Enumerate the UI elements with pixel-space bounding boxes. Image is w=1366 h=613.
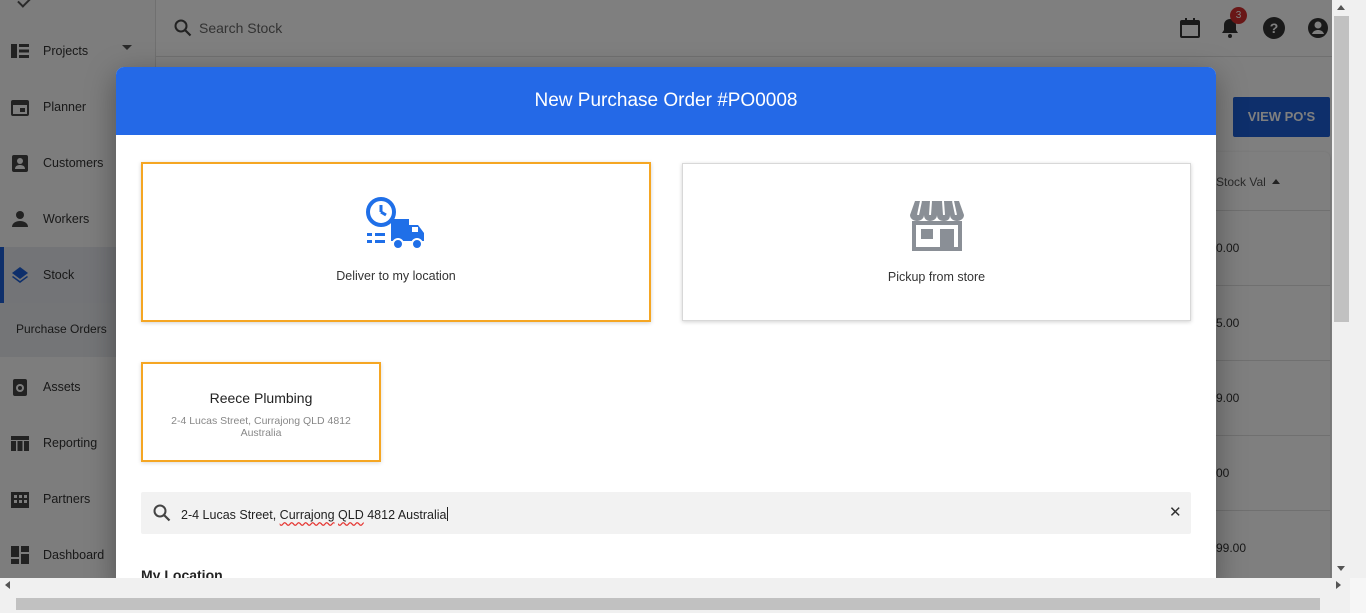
deliver-option[interactable]: Deliver to my location — [141, 162, 651, 322]
store-icon — [910, 200, 964, 251]
modal-header: New Purchase Order #PO0008 — [116, 67, 1216, 135]
store-address: 2-4 Lucas Street, Currajong QLD 4812 Aus… — [171, 415, 351, 439]
pickup-option[interactable]: Pickup from store — [682, 163, 1191, 321]
store-card[interactable]: Reece Plumbing 2-4 Lucas Street, Currajo… — [141, 362, 381, 462]
scrollbar-corner — [1350, 578, 1366, 613]
scroll-left-icon[interactable] — [5, 581, 10, 589]
address-search-field[interactable]: 2-4 Lucas Street, Currajong QLD 4812 Aus… — [141, 492, 1191, 534]
scroll-down-icon[interactable] — [1337, 566, 1345, 571]
text-cursor — [447, 507, 449, 521]
store-name: Reece Plumbing — [209, 390, 313, 406]
purchase-order-modal: New Purchase Order #PO0008 Deliver to my… — [116, 67, 1216, 578]
deliver-option-label: Deliver to my location — [336, 269, 456, 283]
pickup-option-label: Pickup from store — [887, 270, 986, 284]
search-icon — [153, 504, 171, 522]
scroll-right-icon[interactable] — [1336, 581, 1341, 589]
close-icon[interactable]: ✕ — [1169, 505, 1182, 520]
section-heading: My Location — [141, 567, 223, 578]
modal-title: New Purchase Order #PO0008 — [534, 90, 798, 111]
scroll-up-icon[interactable] — [1337, 5, 1345, 10]
address-input[interactable]: 2-4 Lucas Street, Currajong QLD 4812 Aus… — [181, 507, 449, 522]
app-window: Projects Planner Customers Workers Stock… — [0, 0, 1332, 578]
vertical-scrollbar-thumb[interactable] — [1334, 16, 1349, 322]
horizontal-scrollbar-thumb[interactable] — [16, 598, 1320, 610]
delivery-truck-icon — [366, 197, 424, 250]
